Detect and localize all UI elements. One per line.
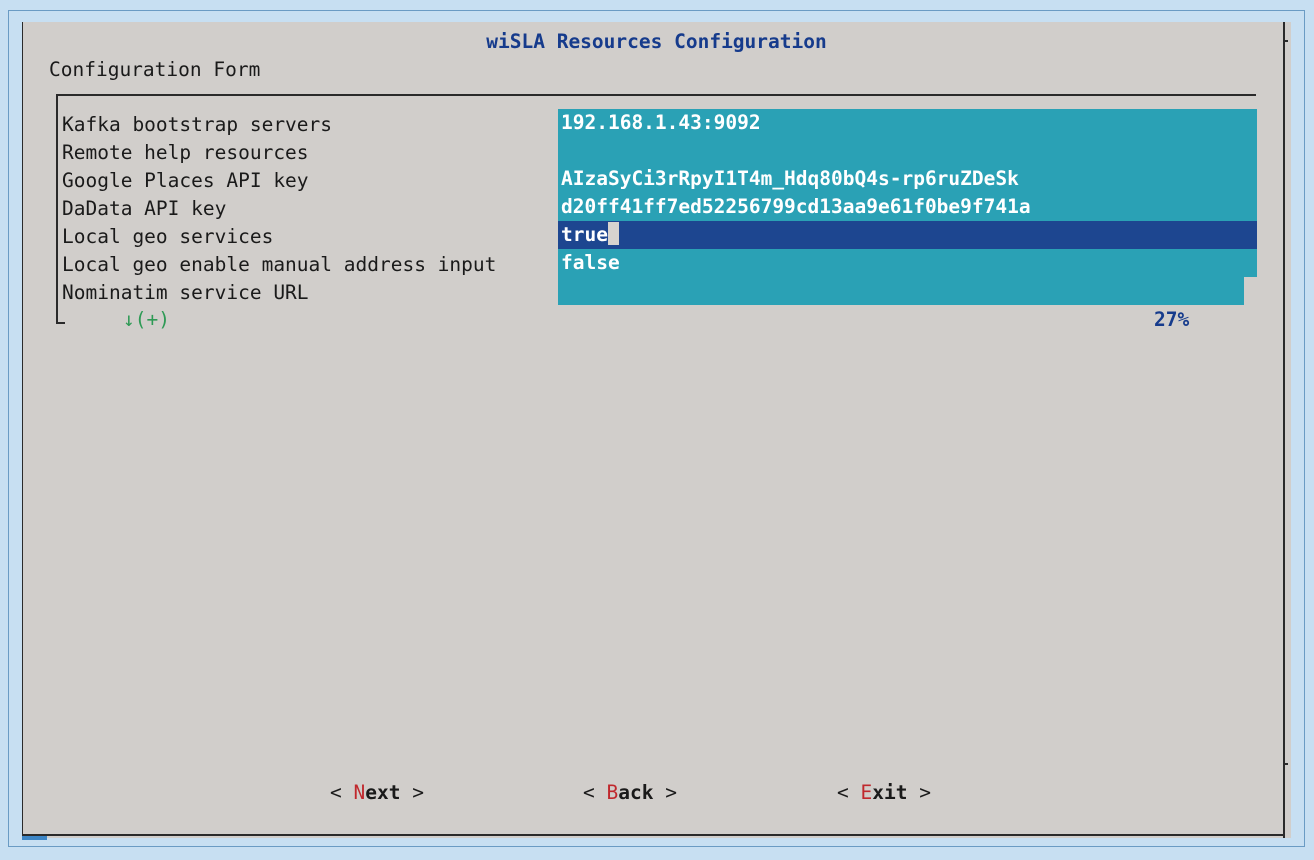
back-button-label: ack [618, 781, 654, 804]
scroll-percentage: 27% [1154, 308, 1190, 331]
google-places-api-key-field[interactable]: AIzaSyCi3rRpyI1T4m_Hdq80bQ4s-rp6ruZDeSk [558, 165, 1257, 193]
next-button-close-bracket: > [400, 781, 424, 804]
exit-button-hotkey: E [860, 781, 873, 804]
exit-button[interactable]: < Exit > [837, 781, 931, 804]
text-cursor [607, 222, 619, 245]
window-corner-accent [22, 836, 47, 840]
back-button-open-bracket: < [583, 781, 607, 804]
dialog-title: wiSLA Resources Configuration [486, 30, 827, 53]
dialog-border-tick-bottom [1285, 763, 1288, 765]
exit-button-open-bracket: < [837, 781, 861, 804]
label-dadata-api-key: DaData API key [62, 197, 227, 220]
exit-button-close-bracket: > [907, 781, 931, 804]
local-geo-services-field[interactable]: true [558, 221, 1257, 249]
remote-help-resources-field[interactable] [558, 137, 1257, 165]
form-fields: 192.168.1.43:9092 AIzaSyCi3rRpyI1T4m_Hdq… [558, 109, 1257, 305]
next-button-open-bracket: < [330, 781, 354, 804]
label-nominatim-service-url: Nominatim service URL [62, 281, 309, 304]
next-button-label: ext [365, 781, 401, 804]
dialog-border-left [22, 22, 23, 838]
dialog-border-bottom [22, 834, 1285, 836]
dialog-border-right [1283, 22, 1285, 838]
next-button[interactable]: < Next > [330, 781, 424, 804]
local-geo-services-value: true [561, 223, 608, 246]
label-local-geo-services: Local geo services [62, 225, 274, 248]
local-geo-manual-address-input-field[interactable]: false [558, 249, 1257, 277]
back-button-hotkey: B [606, 781, 619, 804]
scroll-more-indicator: ↓(+) [123, 308, 170, 331]
label-google-places-api-key: Google Places API key [62, 169, 309, 192]
form-box-bottom-corner [56, 322, 65, 324]
exit-button-label: xit [872, 781, 908, 804]
label-kafka-bootstrap-servers: Kafka bootstrap servers [62, 113, 333, 136]
label-remote-help-resources: Remote help resources [62, 141, 309, 164]
form-box-left-border [56, 94, 58, 324]
nominatim-service-url-field[interactable] [558, 277, 1244, 305]
kafka-bootstrap-servers-field[interactable]: 192.168.1.43:9092 [558, 109, 1257, 137]
form-box-top-border [56, 94, 1256, 96]
configuration-dialog: wiSLA Resources Configuration Configurat… [22, 22, 1291, 838]
next-button-hotkey: N [353, 781, 366, 804]
back-button-close-bracket: > [653, 781, 677, 804]
form-labels: Kafka bootstrap servers Remote help reso… [62, 111, 496, 307]
dialog-subtitle: Configuration Form [49, 58, 261, 81]
label-local-geo-manual-address-input: Local geo enable manual address input [62, 253, 497, 276]
dadata-api-key-field[interactable]: d20ff41ff7ed52256799cd13aa9e61f0be9f741a [558, 193, 1257, 221]
back-button[interactable]: < Back > [583, 781, 677, 804]
